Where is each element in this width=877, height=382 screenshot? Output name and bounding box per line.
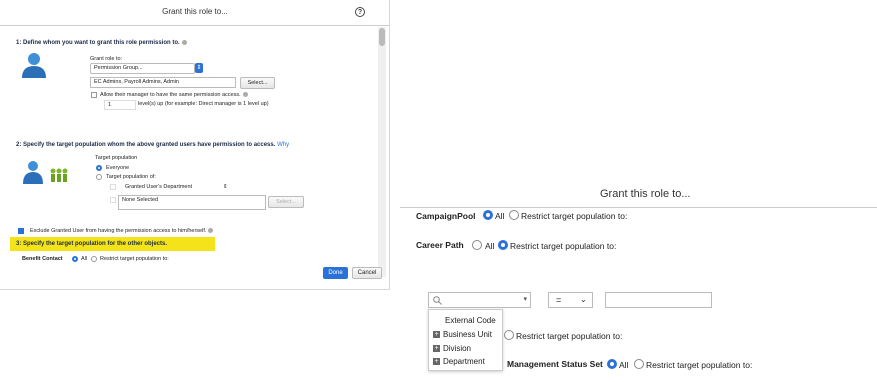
section-2-text: 2: Specify the target population whom th… (16, 142, 276, 148)
campaign-all-label: All (495, 211, 505, 221)
target-population-of-radio[interactable] (96, 174, 102, 180)
everyone-radio[interactable] (96, 165, 102, 171)
career-all-radio[interactable] (472, 240, 482, 250)
management-all-radio[interactable] (607, 359, 617, 369)
why-link[interactable]: Why (277, 142, 289, 148)
groups-field[interactable]: EC Admins, Payroll Admins, Admin (90, 77, 236, 88)
dialog-header: Grant this role to... ? (0, 0, 389, 26)
campaign-restrict-radio[interactable] (509, 210, 519, 220)
career-all-label: All (485, 241, 495, 251)
info-icon[interactable] (208, 228, 214, 234)
scrollbar-thumb[interactable] (379, 28, 385, 46)
target-population-label: Target population (95, 155, 138, 161)
management-restrict-label: Restrict target population to: (646, 360, 753, 370)
exclude-granted-text: Exclude Granted User from having the per… (30, 228, 207, 234)
chevron-down-icon[interactable]: ⌄ (580, 295, 587, 304)
campaign-all-radio[interactable] (483, 210, 493, 220)
allow-manager-label: Allow their manager to have the same per… (100, 92, 248, 98)
none-selected-checkbox[interactable] (110, 197, 116, 203)
operator-select[interactable]: = ⌄ (548, 292, 593, 308)
career-path-label: Career Path (416, 240, 464, 250)
value-input[interactable] (605, 292, 712, 308)
zoom-dialog-title: Grant this role to... (600, 188, 691, 200)
benefit-contact-label: Benefit Contact (22, 256, 63, 262)
benefit-restrict-label: Restrict target population to: (100, 256, 169, 262)
exclude-granted-checkbox[interactable] (18, 228, 24, 234)
career-restrict-label: Restrict target population to: (510, 241, 617, 251)
benefit-restrict-radio[interactable] (91, 256, 97, 262)
info-icon[interactable] (242, 92, 248, 98)
operator-value: = (556, 295, 562, 305)
dialog-title: Grant this role to... (162, 7, 228, 16)
levels-stepper[interactable]: 1 (104, 100, 136, 110)
target-population-icon (23, 161, 68, 184)
allow-manager-checkbox[interactable] (91, 92, 97, 98)
row3-restrict-label: Restrict target population to: (516, 331, 623, 341)
granted-dept-checkbox[interactable] (110, 184, 116, 190)
campaign-pool-label: CampaignPool (416, 211, 476, 221)
section-3-heading: 3: Specify the target population for the… (16, 241, 168, 247)
row3-restrict-radio[interactable] (504, 330, 514, 340)
dropdown-item-label: Business Unit (443, 330, 492, 339)
select-groups-button[interactable]: Select... (240, 77, 275, 89)
grant-role-dialog: Grant this role to... ? 1: Define whom y… (0, 0, 390, 290)
dropdown-item-department[interactable]: + Department (433, 357, 485, 366)
benefit-all-label: All (81, 256, 88, 262)
field-dropdown-menu: External Code + Business Unit + Division +… (428, 309, 503, 371)
management-restrict-radio[interactable] (634, 359, 644, 369)
done-button[interactable]: Done (323, 267, 348, 279)
user-group-icon (22, 53, 46, 78)
dropdown-item-label: Department (443, 357, 485, 366)
cancel-button[interactable]: Cancel (352, 267, 382, 279)
expand-icon[interactable]: + (433, 331, 440, 339)
chevron-updown-icon[interactable]: ⇕ (223, 184, 228, 190)
search-icon (433, 296, 442, 305)
help-icon[interactable]: ? (355, 7, 365, 17)
granted-dept-select[interactable]: Granted User's Department (125, 184, 192, 190)
grant-role-to-label: Grant role to: (90, 56, 123, 62)
exclude-granted-label: Exclude Granted User from having the per… (30, 228, 214, 234)
section-2-heading: 2: Specify the target population whom th… (16, 142, 289, 148)
divider (400, 207, 877, 208)
section-1-text: 1: Define whom you want to grant this ro… (16, 40, 180, 47)
dropdown-item-external-code[interactable]: External Code (445, 316, 496, 325)
none-selected-field[interactable]: None Selected (118, 195, 266, 210)
benefit-all-radio[interactable] (72, 256, 78, 262)
section-1-heading: 1: Define whom you want to grant this ro… (16, 40, 187, 46)
campaign-restrict-label: Restrict target population to: (521, 211, 628, 221)
allow-manager-text: Allow their manager to have the same per… (100, 92, 241, 98)
target-population-of-label: Target population of: (106, 174, 156, 180)
dropdown-item-division[interactable]: + Division (433, 344, 471, 353)
scrollbar[interactable] (378, 27, 386, 277)
career-restrict-radio[interactable] (498, 240, 508, 250)
levels-label: level(s) up (for example: Direct manager… (138, 101, 269, 107)
select-target-button[interactable]: Select... (268, 196, 304, 208)
everyone-label: Everyone (106, 165, 130, 171)
expand-icon[interactable]: + (433, 358, 440, 366)
chevron-down-icon[interactable]: ⇕ (195, 63, 203, 73)
dropdown-item-label: Division (443, 344, 472, 353)
grant-role-select[interactable]: Permission Group... (90, 63, 195, 74)
info-icon[interactable] (181, 40, 187, 45)
dropdown-item-business-unit[interactable]: + Business Unit (433, 330, 492, 339)
expand-icon[interactable]: + (433, 345, 440, 353)
field-search-select[interactable]: ▾ (428, 292, 531, 308)
caret-down-icon[interactable]: ▾ (523, 295, 527, 303)
management-status-label: Management Status Set (507, 359, 603, 369)
management-all-label: All (619, 360, 629, 370)
